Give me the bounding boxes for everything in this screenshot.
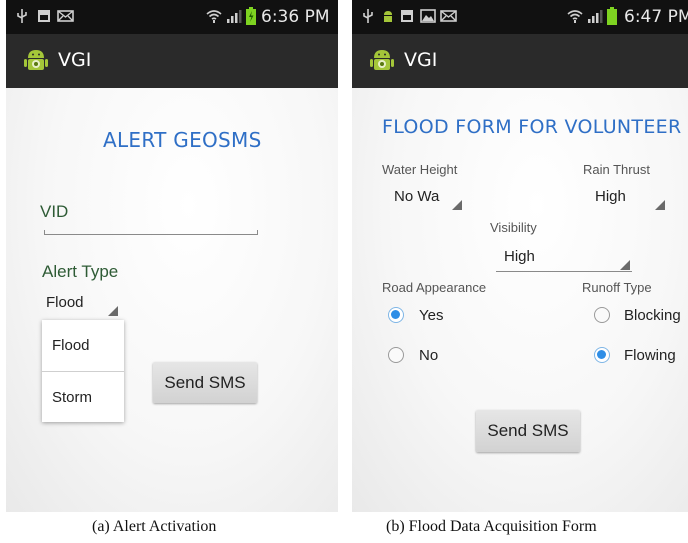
- radio-label: No: [419, 347, 439, 364]
- radio-label: Blocking: [624, 307, 681, 324]
- android-app-icon[interactable]: [24, 46, 48, 74]
- send-sms-button[interactable]: Send SMS: [153, 362, 257, 403]
- dropdown-option-label: Flood: [52, 337, 90, 354]
- radio-label: Flowing: [624, 347, 676, 364]
- image-icon: [420, 9, 436, 23]
- battery-icon: [607, 7, 617, 25]
- usb-icon: [17, 9, 27, 23]
- battery-charging-icon: [246, 7, 256, 25]
- road-option-no[interactable]: No: [388, 346, 468, 366]
- android-app-icon[interactable]: [370, 46, 394, 74]
- spinner-arrow-icon: [620, 260, 630, 270]
- android-notification-icon: [384, 11, 392, 22]
- sd-card-icon: [38, 10, 50, 22]
- caption-alert-activation: (a) Alert Activation: [92, 518, 217, 535]
- phone-screen-flood-form: 6:47 PM VGI FLOOD FORM FOR VOLUNTEER Wat…: [352, 0, 688, 512]
- radio-button-checked: [594, 347, 610, 363]
- alert-type-spinner[interactable]: Flood: [46, 294, 122, 318]
- visibility-spinner[interactable]: High: [496, 248, 636, 272]
- spinner-arrow-icon: [452, 200, 462, 210]
- alert-type-label: Alert Type: [42, 262, 119, 281]
- dropdown-option-flood[interactable]: Flood: [42, 320, 124, 370]
- mail-icon: [440, 10, 457, 22]
- page-title: FLOOD FORM FOR VOLUNTEER: [382, 116, 682, 138]
- spinner-underline: [496, 271, 632, 272]
- status-bar: 6:36 PM: [6, 0, 338, 34]
- visibility-label: Visibility: [490, 220, 537, 235]
- phone-screen-alert: 6:36 PM VGI ALERT GEOSMS VID Alert Type …: [6, 0, 338, 512]
- app-title: VGI: [404, 49, 438, 71]
- signal-icon: [588, 10, 603, 23]
- mail-icon: [57, 10, 74, 22]
- signal-icon: [227, 10, 242, 23]
- app-title: VGI: [58, 49, 92, 71]
- rain-thrust-spinner[interactable]: High: [595, 188, 669, 212]
- water-height-spinner[interactable]: No Wa: [394, 188, 464, 212]
- caption-flood-form: (b) Flood Data Acquisition Form: [386, 518, 597, 535]
- send-sms-button[interactable]: Send SMS: [476, 410, 580, 452]
- road-option-yes[interactable]: Yes: [388, 306, 468, 326]
- usb-icon: [363, 9, 373, 23]
- vid-input-underline: [44, 230, 258, 235]
- dropdown-option-storm[interactable]: Storm: [42, 372, 124, 422]
- runoff-type-label: Runoff Type: [582, 280, 652, 295]
- vid-input[interactable]: [44, 216, 258, 236]
- runoff-option-flowing[interactable]: Flowing: [594, 346, 688, 366]
- radio-button-unchecked: [594, 307, 610, 323]
- road-appearance-label: Road Appearance: [382, 280, 487, 295]
- dropdown-option-label: Storm: [52, 389, 93, 406]
- spinner-arrow-icon: [655, 200, 665, 210]
- rain-thrust-label: Rain Thrust: [583, 162, 650, 177]
- page-title: ALERT GEOSMS: [103, 128, 262, 152]
- action-bar: VGI: [352, 34, 688, 88]
- radio-label: Yes: [419, 307, 444, 324]
- wifi-icon: [567, 10, 583, 23]
- radio-button-unchecked: [388, 347, 404, 363]
- radio-button-checked: [388, 307, 404, 323]
- alert-type-dropdown: Flood Storm: [42, 320, 124, 422]
- water-height-value: No Wa: [394, 188, 440, 205]
- status-time: 6:47 PM: [624, 7, 688, 27]
- status-bar: 6:47 PM: [352, 0, 688, 34]
- status-time: 6:36 PM: [261, 7, 330, 27]
- visibility-value: High: [504, 248, 535, 265]
- rain-thrust-value: High: [595, 188, 626, 205]
- spinner-arrow-icon: [108, 306, 118, 316]
- wifi-icon: [206, 10, 222, 23]
- runoff-option-blocking[interactable]: Blocking: [594, 306, 688, 326]
- water-height-label: Water Height: [382, 162, 458, 177]
- action-bar: VGI: [6, 34, 338, 88]
- alert-type-value: Flood: [46, 294, 84, 311]
- sd-card-icon: [401, 10, 413, 22]
